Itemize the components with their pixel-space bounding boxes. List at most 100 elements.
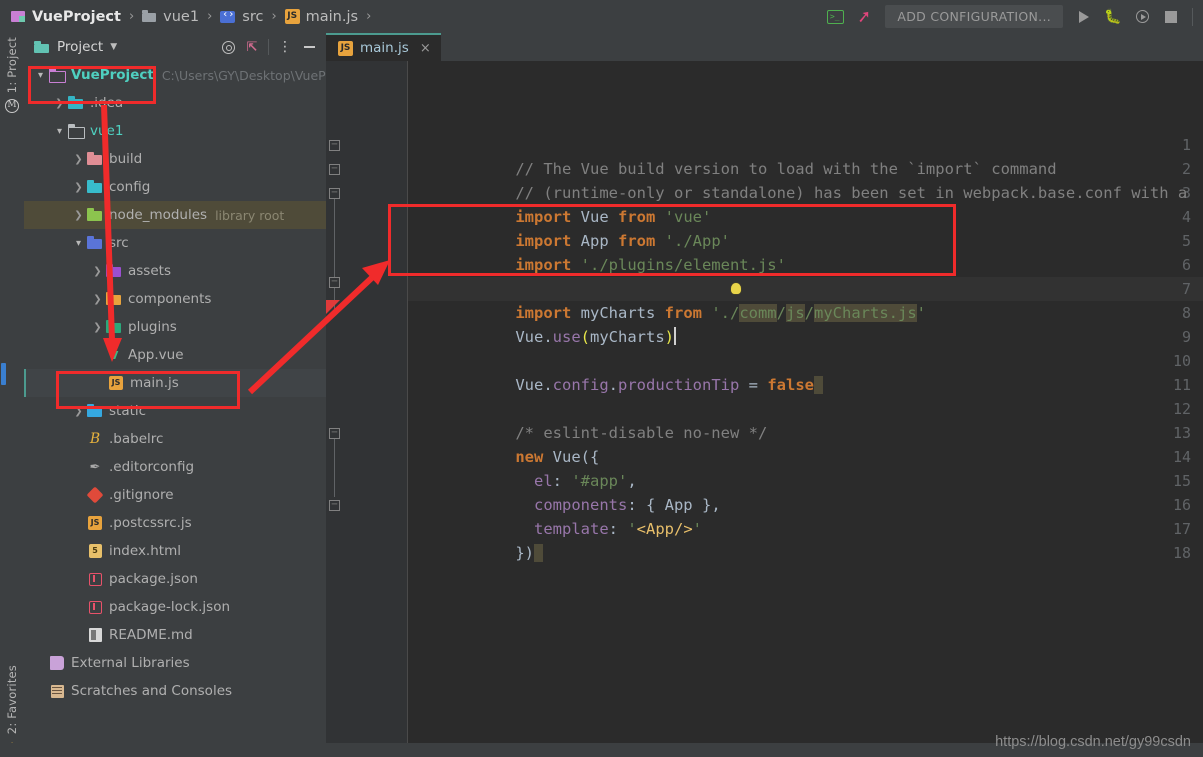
run-button[interactable] — [1072, 5, 1096, 29]
breadcrumb-label: vue1 — [163, 8, 200, 25]
text-caret — [674, 327, 676, 345]
project-panel-title-group[interactable]: Project ▼ — [34, 39, 117, 55]
fold-marker-line1[interactable]: ─ — [329, 140, 340, 151]
terminal-icon: >_ — [826, 9, 844, 24]
editor-tab-bar: JS main.js × — [326, 33, 1203, 61]
tree-item-label: package-lock.json — [109, 599, 231, 615]
editorconfig-file-icon-glyph: ✒ — [89, 459, 101, 475]
tree-item--idea[interactable]: ❯ .idea — [24, 89, 326, 117]
tree-item--editorconfig[interactable]: ✒ .editorconfig — [24, 453, 326, 481]
chevron-right-icon[interactable]: ❯ — [91, 294, 104, 305]
code-folding-gutter[interactable] — [392, 61, 408, 757]
tree-item-readme-md[interactable]: README.md — [24, 621, 326, 649]
chevron-down-icon[interactable]: ▾ — [34, 70, 47, 81]
top-navigation-bar: VueProject › vue1 › src › JS main.js › >… — [0, 0, 1203, 33]
terminal-button[interactable]: >_ — [823, 5, 847, 29]
tree-item-vueproject[interactable]: ▾ VueProject C:\Users\GY\Desktop\VueProjec — [24, 61, 326, 89]
libraries-icon-glyph — [50, 656, 64, 670]
breadcrumb-separator-icon: › — [271, 9, 277, 24]
tree-item-components[interactable]: ❯ components — [24, 285, 326, 313]
tree-item-scratches-and-consoles[interactable]: Scratches and Consoles — [24, 677, 326, 705]
run-coverage-button[interactable] — [1130, 5, 1154, 29]
module-icon: M — [5, 99, 19, 114]
js-file-icon: JS — [108, 375, 124, 391]
run-icon — [1079, 10, 1089, 23]
tree-item-package-lock-json[interactable]: package-lock.json — [24, 593, 326, 621]
chevron-down-icon[interactable]: ▾ — [72, 238, 85, 249]
collapse-all-button[interactable]: ⇱ — [241, 36, 263, 58]
scroll-from-source-button[interactable] — [217, 36, 239, 58]
tree-item--postcssrc-js[interactable]: JS .postcssrc.js — [24, 509, 326, 537]
json-file-icon — [87, 571, 103, 587]
code-line-3: import Vue from 'vue' — [515, 208, 712, 226]
chevron-down-icon[interactable]: ▾ — [53, 126, 66, 137]
chevron-right-icon[interactable]: ❯ — [91, 322, 104, 333]
libraries-icon — [49, 655, 65, 671]
hide-panel-button[interactable] — [298, 36, 320, 58]
tree-item-external-libraries[interactable]: External Libraries — [24, 649, 326, 677]
tree-item-vue1[interactable]: ▾ vue1 — [24, 117, 326, 145]
code-editor[interactable]: 1 2 3 4 5 6 7 8 9 10 11 12 13 14 15 16 17 18 ─ ─ ─ ─ ─ ─ … — [326, 61, 1203, 757]
tree-item-app-vue[interactable]: ᴠ App.vue — [24, 341, 326, 369]
chevron-right-icon[interactable]: ❯ — [91, 266, 104, 277]
tree-item-label: .editorconfig — [109, 459, 195, 475]
tree-item-assets[interactable]: ❯ assets — [24, 257, 326, 285]
tree-item-static[interactable]: ❯ static — [24, 397, 326, 425]
breadcrumb-item-vue1[interactable]: vue1 — [142, 9, 199, 25]
fold-marker-line2[interactable]: ─ — [329, 164, 340, 175]
fold-marker-line17[interactable]: ─ — [329, 500, 340, 511]
folder-node — [87, 208, 103, 222]
code-content[interactable]: // The Vue build version to load with th… — [408, 61, 1203, 757]
run-configuration-selector[interactable]: ADD CONFIGURATION... — [885, 5, 1063, 28]
chevron-right-icon[interactable]: ❯ — [72, 154, 85, 165]
collapse-all-icon: ⇱ — [246, 39, 258, 55]
run-coverage-icon — [1135, 10, 1149, 23]
tree-item-config[interactable]: ❯ config — [24, 173, 326, 201]
build-button[interactable]: ➚ — [852, 5, 876, 29]
folder-build — [87, 152, 103, 166]
chevron-right-icon[interactable]: ❯ — [72, 210, 85, 221]
fold-marker-line3[interactable]: ─ — [329, 188, 340, 199]
debug-button[interactable]: 🐛 — [1101, 5, 1125, 29]
breadcrumb-item-mainjs[interactable]: JS main.js — [284, 9, 358, 25]
chevron-right-icon[interactable]: ❯ — [72, 406, 85, 417]
code-line-5: import './plugins/element.js' — [515, 256, 786, 274]
folder-source-icon — [220, 9, 236, 24]
tree-item-node-modules[interactable]: ❯ node_modules library root — [24, 201, 326, 229]
stop-button[interactable] — [1159, 5, 1183, 29]
tree-item-label: static — [109, 403, 147, 419]
tree-item-package-json[interactable]: package.json — [24, 565, 326, 593]
close-icon[interactable]: × — [420, 41, 431, 56]
folder-src — [87, 236, 103, 250]
tree-item--gitignore[interactable]: .gitignore — [24, 481, 326, 509]
more-options-button[interactable]: ⋮ — [274, 36, 296, 58]
tree-item--babelrc[interactable]: B .babelrc — [24, 425, 326, 453]
fold-marker-line7[interactable]: ─ — [329, 277, 340, 288]
breadcrumb-item-vueproject[interactable]: VueProject — [11, 9, 121, 25]
tree-item-src[interactable]: ▾ src — [24, 229, 326, 257]
chevron-right-icon[interactable]: ❯ — [72, 182, 85, 193]
code-line-17: }) — [422, 517, 544, 562]
sidebar-tab-favorites-label: 2: Favorites — [5, 665, 19, 735]
code-line-16: template: '<App/>' — [515, 520, 703, 538]
tree-item-build[interactable]: ❯ build — [24, 145, 326, 173]
js-file-icon-glyph: JS — [88, 516, 102, 530]
project-file-tree[interactable]: ▾ VueProject C:\Users\GY\Desktop\VueProjec… — [24, 61, 326, 757]
js-file-icon: JS — [87, 515, 103, 531]
tree-item-label: .gitignore — [109, 487, 174, 503]
more-options-icon: ⋮ — [278, 39, 292, 55]
tree-item-index-html[interactable]: 5 index.html — [24, 537, 326, 565]
tree-item-plugins[interactable]: ❯ plugins — [24, 313, 326, 341]
editor-tab-mainjs[interactable]: JS main.js × — [326, 33, 441, 61]
babel-file-icon: B — [87, 431, 103, 447]
breadcrumb-item-src[interactable]: src — [220, 9, 263, 25]
tree-item-main-js[interactable]: JS main.js — [24, 369, 326, 397]
sidebar-tab-project[interactable]: 1: Project M — [0, 37, 24, 114]
chevron-right-icon[interactable]: ❯ — [53, 98, 66, 109]
editor-area: JS main.js × 1 2 3 4 5 6 7 8 9 10 11 12 13 14 15 16 17 18… — [326, 33, 1203, 757]
fold-marker-line13[interactable]: ─ — [329, 428, 340, 439]
